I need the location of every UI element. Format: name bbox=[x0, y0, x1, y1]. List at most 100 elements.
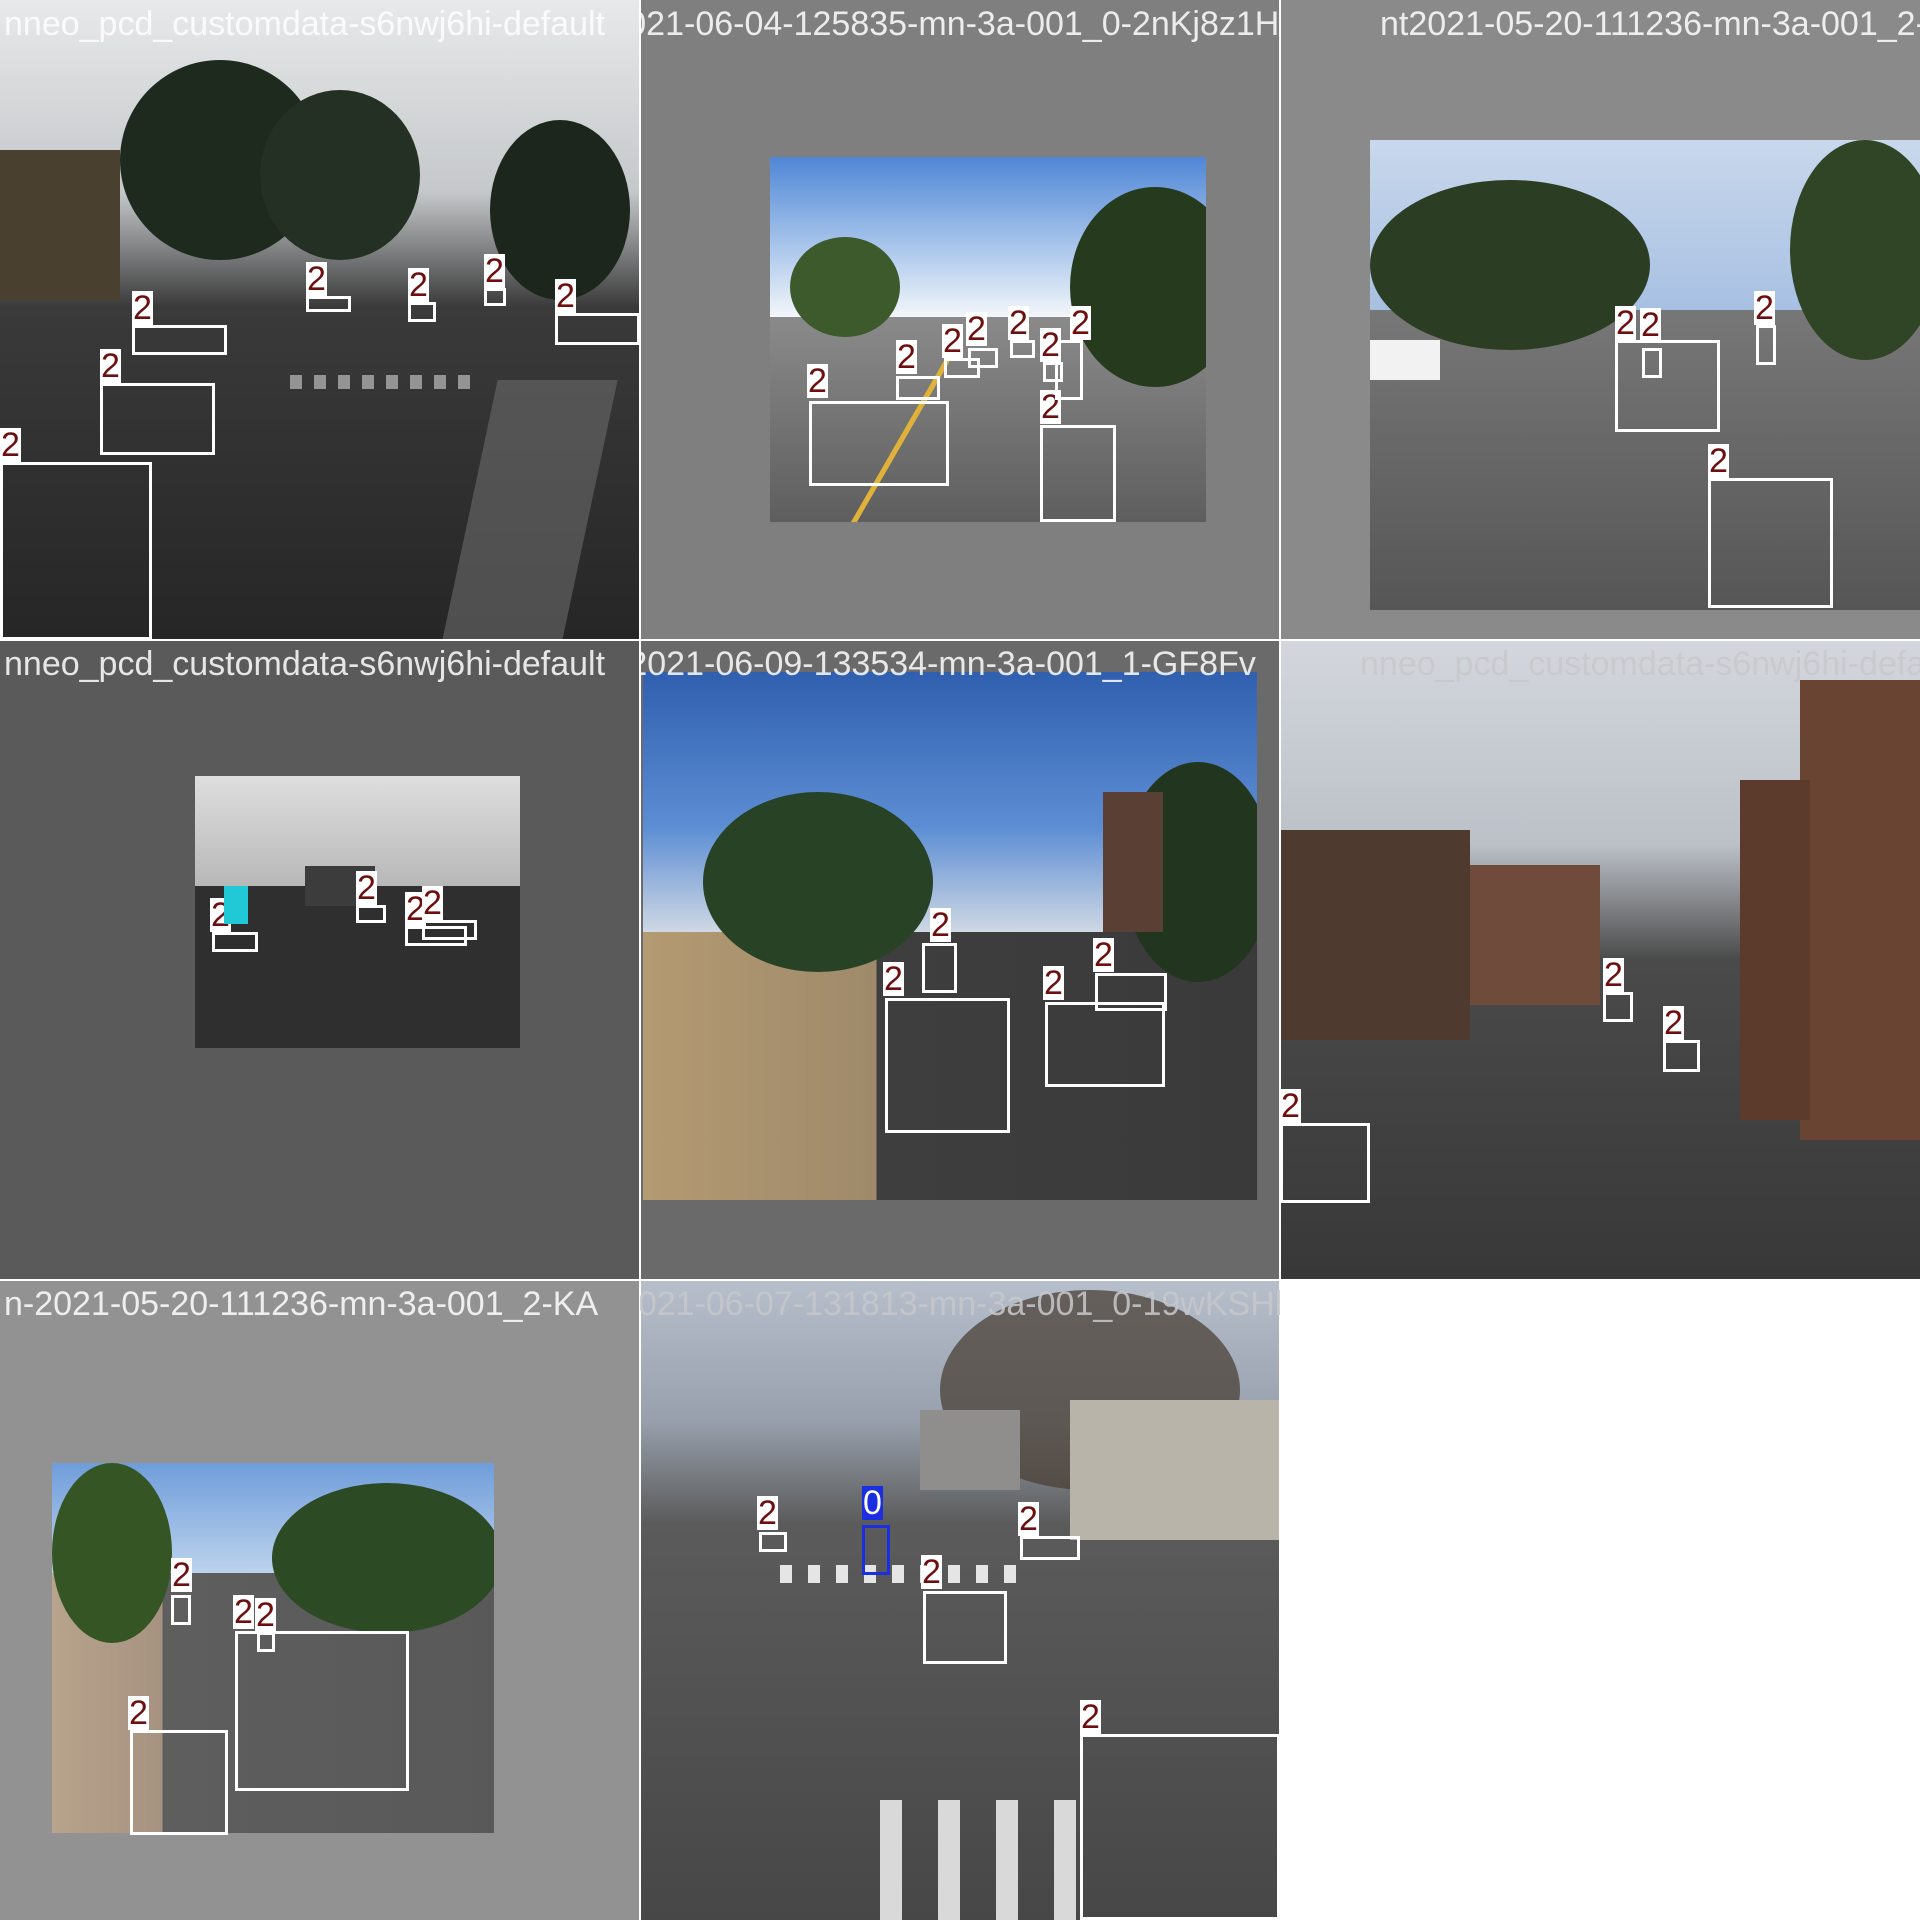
detection-box[interactable] bbox=[1708, 478, 1833, 608]
state-theater bbox=[1470, 865, 1600, 1005]
detection-box[interactable] bbox=[1045, 1002, 1165, 1087]
detection-box[interactable] bbox=[1095, 973, 1167, 1011]
detection-label: 2 bbox=[306, 260, 327, 298]
detection-box[interactable] bbox=[130, 1730, 228, 1835]
detection-box[interactable] bbox=[1043, 362, 1063, 382]
grid-divider bbox=[0, 639, 1920, 641]
mosaic-tile-5[interactable]: 2 2 2 2 nt2021-06-09-133534-mn-3a-001_1-… bbox=[640, 640, 1280, 1280]
detection-box[interactable] bbox=[896, 376, 940, 400]
detection-box[interactable] bbox=[1642, 348, 1662, 378]
detection-box[interactable] bbox=[1615, 340, 1720, 432]
detection-label: 2 bbox=[1708, 442, 1729, 480]
detection-box[interactable] bbox=[923, 1591, 1007, 1664]
tree-canopy bbox=[260, 90, 420, 260]
tree-canopy bbox=[490, 120, 630, 300]
crosswalk bbox=[780, 1565, 1030, 1583]
detection-label: 2 bbox=[757, 1494, 778, 1532]
crosswalk bbox=[290, 375, 470, 389]
person-detection-box[interactable] bbox=[862, 1525, 890, 1575]
detection-box[interactable] bbox=[0, 462, 152, 640]
detection-box[interactable] bbox=[356, 905, 386, 923]
tree-canopy bbox=[790, 237, 900, 337]
person-detection-label: 0 bbox=[862, 1484, 883, 1522]
mosaic-tile-6[interactable]: 2 2 2 nneo_pcd_customdata-s6nwj6hi-defa bbox=[1280, 640, 1920, 1280]
detection-label: 2 bbox=[171, 1556, 192, 1594]
tree-canopy bbox=[52, 1463, 172, 1643]
detection-label: 2 bbox=[128, 1694, 149, 1732]
detection-box[interactable] bbox=[1040, 425, 1116, 522]
detection-box[interactable] bbox=[1010, 340, 1035, 358]
detection-box[interactable] bbox=[171, 1595, 191, 1625]
detection-label: 2 bbox=[408, 266, 429, 304]
detection-label: 2 bbox=[1040, 326, 1061, 364]
detection-box[interactable] bbox=[235, 1631, 409, 1791]
detection-label: 2 bbox=[1280, 1087, 1301, 1125]
detection-box[interactable] bbox=[100, 383, 215, 455]
detection-box[interactable] bbox=[922, 943, 957, 993]
detection-label: 2 bbox=[807, 362, 828, 400]
detection-label: 2 bbox=[255, 1596, 276, 1634]
detection-label: 2 bbox=[100, 347, 121, 385]
detection-label: 2 bbox=[966, 310, 987, 348]
mosaic-tile-8[interactable]: 2 0 2 2 2 n2021-06-07-131813-mn-3a-001_0… bbox=[640, 1280, 1280, 1920]
detection-label: 2 bbox=[1640, 306, 1661, 344]
detection-label: 2 bbox=[1043, 964, 1064, 1002]
detection-label: 2 bbox=[555, 277, 576, 315]
mosaic-tile-7[interactable]: 2 2 2 2 n-2021-05-20-111236-mn-3a-001_2-… bbox=[0, 1280, 640, 1920]
tile-title: nneo_pcd_customdata-s6nwj6hi-default bbox=[4, 5, 606, 43]
detection-box[interactable] bbox=[759, 1532, 787, 1552]
detection-box[interactable] bbox=[484, 288, 506, 306]
tree-canopy bbox=[703, 792, 933, 972]
tile-title: nneo_pcd_customdata-s6nwj6hi-defa bbox=[1360, 645, 1920, 683]
detection-box[interactable] bbox=[555, 313, 640, 345]
grid-divider bbox=[1279, 0, 1281, 1920]
crosswalk bbox=[880, 1800, 1110, 1920]
house bbox=[920, 1410, 1020, 1490]
detection-box[interactable] bbox=[422, 920, 477, 940]
detection-box[interactable] bbox=[885, 998, 1010, 1133]
brick-building bbox=[1740, 780, 1810, 1120]
tile-title: n2021-06-07-131813-mn-3a-001_0-19wKSHkB bbox=[640, 1285, 1280, 1323]
detection-label: 2 bbox=[930, 906, 951, 944]
detection-box[interactable] bbox=[132, 325, 227, 355]
house bbox=[1070, 1400, 1280, 1540]
detection-box[interactable] bbox=[408, 302, 436, 322]
detection-label: 2 bbox=[484, 252, 505, 290]
detection-label: 2 bbox=[1008, 304, 1029, 342]
detection-label: 2 bbox=[1093, 936, 1114, 974]
detection-box[interactable] bbox=[968, 348, 998, 368]
detection-box[interactable] bbox=[1663, 1040, 1700, 1072]
detection-label: 2 bbox=[1080, 1698, 1101, 1736]
detection-box[interactable] bbox=[1756, 325, 1776, 365]
detection-box[interactable] bbox=[1603, 992, 1633, 1022]
tile-title: nneo_pcd_customdata-s6nwj6hi-default bbox=[4, 645, 606, 683]
mosaic-tile-1[interactable]: 2 2 2 2 2 2 2 nneo_pcd_customdata-s6nwj6… bbox=[0, 0, 640, 640]
detection-box[interactable] bbox=[306, 296, 351, 312]
detection-label: 2 bbox=[356, 869, 377, 907]
detection-box[interactable] bbox=[212, 932, 258, 952]
detection-box[interactable] bbox=[224, 886, 248, 924]
detection-box[interactable] bbox=[1020, 1536, 1080, 1560]
detection-label: 2 bbox=[1018, 1500, 1039, 1538]
tile-title: nt2021-05-20-111236-mn-3a-001_2-K bbox=[1380, 5, 1920, 43]
mosaic-tile-3[interactable]: 2 2 2 2 nt2021-05-20-111236-mn-3a-001_2-… bbox=[1280, 0, 1920, 640]
detection-label: 2 bbox=[1663, 1004, 1684, 1042]
tile-title: n-2021-05-20-111236-mn-3a-001_2-KA bbox=[4, 1285, 599, 1323]
detection-label: 2 bbox=[1603, 956, 1624, 994]
detection-label: 2 bbox=[1754, 289, 1775, 327]
detection-box[interactable] bbox=[809, 401, 949, 486]
tent bbox=[1370, 340, 1440, 380]
detection-label: 2 bbox=[942, 322, 963, 360]
detection-box[interactable] bbox=[1080, 1734, 1280, 1920]
tile-title: nt2021-06-09-133534-mn-3a-001_1-GF8Fv bbox=[640, 645, 1256, 683]
grid-divider bbox=[0, 1279, 1920, 1281]
storefront bbox=[0, 150, 120, 300]
storefront bbox=[1280, 830, 1470, 1040]
detection-label: 2 bbox=[883, 960, 904, 998]
tree-canopy bbox=[1370, 180, 1650, 350]
mosaic-tile-2[interactable]: 2 2 2 2 2 2 2 2 nt2021-06-04-125835-mn-3… bbox=[640, 0, 1280, 640]
mosaic-tile-4[interactable]: 2 2 2 2 1 nneo_pcd_customdata-s6nwj6hi-d… bbox=[0, 640, 640, 1280]
detection-box[interactable] bbox=[1280, 1123, 1370, 1203]
detection-box[interactable] bbox=[257, 1632, 275, 1652]
tree-canopy bbox=[272, 1483, 494, 1633]
